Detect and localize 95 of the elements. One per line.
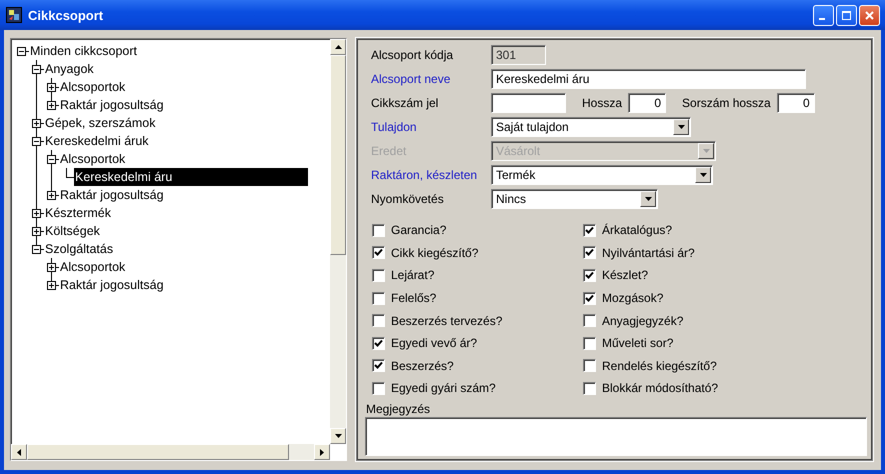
memo-field[interactable] [365,416,867,456]
tree-item[interactable]: Alcsoportok [59,258,128,276]
expander-icon[interactable] [47,155,56,164]
horizontal-scrollbar[interactable] [11,444,330,460]
tree-item[interactable]: Kereskedelmi áru [74,168,308,186]
memo-label: Megjegyzés [365,402,432,416]
tree-item[interactable]: Gépek, szerszámok [44,114,158,132]
text-field[interactable]: Kereskedelmi áru [491,69,806,89]
tree-item[interactable]: Raktár jogosultság [59,276,166,294]
field-label: Tulajdon [370,120,418,134]
field-label: Alcsoport neve [370,72,452,86]
checkbox[interactable] [583,314,596,328]
expander-icon[interactable] [47,263,56,272]
expander-icon[interactable] [47,101,56,110]
field-label: Nyomkövetés [370,192,445,206]
checkbox[interactable] [583,382,596,395]
down-arrow-icon [334,434,342,438]
expander-icon[interactable] [32,119,41,128]
left-arrow-icon [17,448,21,456]
checkbox[interactable] [372,268,385,282]
checkbox[interactable] [583,292,596,305]
checkbox[interactable] [372,359,385,372]
checkbox[interactable] [583,336,596,350]
checkbox-label: Beszerzés? [391,358,454,373]
app-icon [6,7,22,23]
tree-item[interactable]: Alcsoportok [59,78,128,96]
window-title: Cikkcsoport [28,8,104,22]
checkbox[interactable] [372,314,385,328]
dropdown[interactable]: Nincs [491,189,658,209]
field-label: Hossza [582,96,622,110]
checkbox-label: Lejárat? [391,268,434,282]
checkbox[interactable] [583,224,596,237]
checkbox-label: Beszerzés tervezés? [391,314,502,328]
checkbox[interactable] [583,246,596,260]
expander-icon[interactable] [32,245,41,254]
checkbox[interactable] [372,382,385,395]
checkbox-label: Cikk kiegészítő? [391,246,478,260]
maximize-icon [841,10,852,20]
checkbox-label: Mozgások? [602,291,664,306]
checkbox[interactable] [372,292,385,305]
checkbox[interactable] [372,246,385,260]
checkbox-label: Készlet? [602,268,648,282]
number-field[interactable]: 0 [628,93,666,113]
up-arrow-icon [334,45,342,49]
checkbox-label: Árkatalógus? [602,223,672,238]
text-field[interactable] [491,93,566,113]
checkbox[interactable] [583,359,596,372]
tree-item[interactable]: Raktár jogosultság [59,186,166,204]
expander-icon[interactable] [32,137,41,146]
expander-icon[interactable] [47,83,56,92]
field-label: Alcsoport kódja [370,48,454,62]
checkbox-label: Műveleti sor? [602,336,674,350]
expander-icon[interactable] [47,191,56,200]
checkbox[interactable] [372,224,385,237]
dropdown[interactable]: Termék [491,165,713,185]
tree-item[interactable]: Anyagok [44,60,96,78]
caret-icon [702,149,710,153]
caret-icon [700,173,706,177]
number-field[interactable]: 0 [776,93,815,113]
expander-icon[interactable] [47,281,56,290]
checkbox[interactable] [583,268,596,282]
right-arrow-icon [320,448,324,456]
close-icon [864,10,875,20]
checkbox-label: Egyedi gyári szám? [391,381,496,396]
maximize-button[interactable] [836,4,857,26]
field-label: Sorszám hossza [682,96,771,110]
tree-item[interactable]: Raktár jogosultság [59,96,166,114]
checkbox[interactable] [372,336,385,350]
vertical-scrollbar[interactable] [330,39,346,444]
tree-item[interactable]: Késztermék [44,204,113,222]
expander-icon[interactable] [17,47,26,56]
minimize-icon [819,18,825,20]
field-label: Cikkszám jel [370,96,440,110]
field-label: Raktáron, készleten [370,168,478,182]
caret-icon [644,197,652,201]
caret-icon [678,125,684,129]
tree-item[interactable]: Szolgáltatás [44,240,116,258]
code-field: 301 [491,45,546,65]
expander-icon[interactable] [32,65,41,74]
tree-item[interactable]: Minden cikkcsoport [29,42,139,60]
tree-item[interactable]: Alcsoportok [59,150,128,168]
checkbox-label: Garancia? [391,223,446,238]
checkbox-label: Rendelés kiegészítő? [602,358,717,373]
checkbox-label: Blokkár módosítható? [602,381,718,396]
tree-item[interactable]: Költségek [44,222,102,240]
checkbox-label: Nyilvántartási ár? [602,246,695,260]
close-button[interactable] [859,4,880,26]
checkbox-label: Egyedi vevő ár? [391,336,478,350]
checkbox-label: Felelős? [391,291,436,306]
tree-item[interactable]: Kereskedelmi áruk [44,132,151,150]
checkbox-label: Anyagjegyzék? [602,314,684,328]
minimize-button[interactable] [813,4,834,26]
dropdown[interactable]: Saját tulajdon [491,117,691,137]
expander-icon[interactable] [32,227,41,236]
expander-icon[interactable] [32,209,41,218]
